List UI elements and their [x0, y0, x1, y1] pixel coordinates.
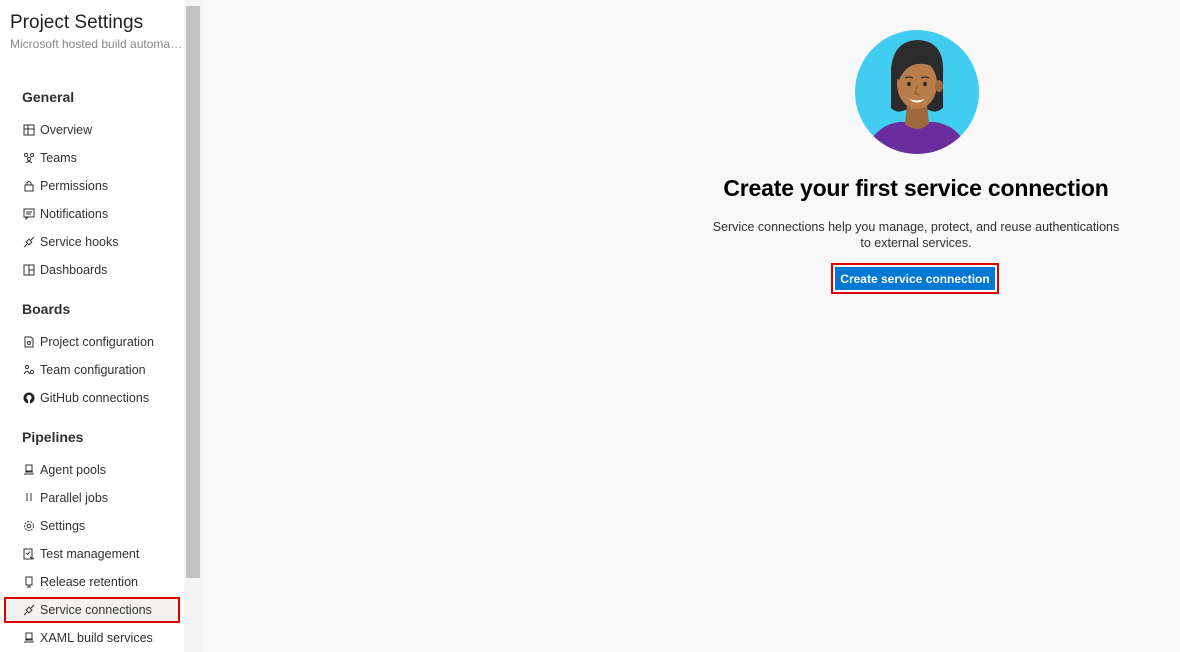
github-icon [22, 391, 36, 405]
section-boards-title: Boards [22, 301, 71, 317]
project-name: Microsoft hosted build automation [10, 37, 184, 51]
sidebar-item-label: GitHub connections [40, 391, 150, 405]
sidebar-item-test-management[interactable]: Test management [4, 541, 180, 567]
sidebar-item-permissions[interactable]: Permissions [4, 173, 180, 199]
section-pipelines-title: Pipelines [22, 429, 84, 445]
sidebar: Project Settings Microsoft hosted build … [0, 0, 202, 652]
lock-icon [22, 179, 36, 193]
sidebar-item-release-retention[interactable]: Release retention [4, 569, 180, 595]
sidebar-item-overview[interactable]: Overview [4, 117, 180, 143]
sidebar-item-label: Release retention [40, 575, 138, 589]
plug-icon [22, 235, 36, 249]
teams-icon [22, 151, 36, 165]
project-settings-title: Project Settings [10, 12, 144, 33]
team-config-icon [22, 363, 36, 377]
section-general-title: General [22, 89, 75, 105]
sidebar-item-label: Notifications [40, 207, 109, 221]
sidebar-item-settings[interactable]: Settings [4, 513, 180, 539]
gear-icon [22, 519, 36, 533]
test-management-icon [22, 547, 36, 561]
sidebar-item-label: Service connections [40, 603, 152, 617]
sidebar-item-github-connections[interactable]: GitHub connections [4, 385, 180, 411]
agent-pools-icon [22, 631, 36, 645]
sidebar-item-label: XAML build services [40, 631, 153, 645]
sidebar-item-label: Service hooks [40, 235, 119, 249]
person-illustration [855, 30, 979, 154]
sidebar-item-notifications[interactable]: Notifications [4, 201, 180, 227]
sidebar-item-label: Permissions [40, 179, 109, 193]
dashboards-icon [22, 263, 36, 277]
create-service-connection-highlight: Create service connection [831, 263, 999, 294]
sidebar-item-xaml-build-services[interactable]: XAML build services [4, 625, 180, 651]
sidebar-item-project-configuration[interactable]: Project configuration [4, 329, 180, 355]
sidebar-scrollbar-thumb[interactable] [186, 6, 200, 578]
sidebar-item-label: Team configuration [40, 363, 146, 377]
sidebar-item-label: Overview [40, 123, 93, 137]
empty-state-description: Service connections help you manage, pro… [712, 220, 1120, 250]
sidebar-item-label: Project configuration [40, 335, 154, 349]
sidebar-item-label: Teams [40, 151, 77, 165]
plug-icon [22, 603, 36, 617]
notifications-icon [22, 207, 36, 221]
sidebar-item-parallel-jobs[interactable]: Parallel jobs [4, 485, 180, 511]
parallel-jobs-icon [22, 491, 36, 505]
sidebar-item-team-configuration[interactable]: Team configuration [4, 357, 180, 383]
sidebar-item-label: Agent pools [40, 463, 107, 477]
sidebar-item-teams[interactable]: Teams [4, 145, 180, 171]
sidebar-item-service-hooks[interactable]: Service hooks [4, 229, 180, 255]
phone-icon [22, 575, 36, 589]
sidebar-item-label: Settings [40, 519, 86, 533]
overview-icon [22, 123, 36, 137]
sidebar-item-label: Parallel jobs [40, 491, 109, 505]
sidebar-item-label: Test management [40, 547, 140, 561]
sidebar-item-service-connections[interactable]: Service connections [4, 597, 180, 623]
sidebar-item-agent-pools[interactable]: Agent pools [4, 457, 180, 483]
sidebar-item-label: Dashboards [40, 263, 108, 277]
agent-pools-icon [22, 463, 36, 477]
create-service-connection-button[interactable]: Create service connection [835, 267, 995, 290]
sidebar-item-dashboards[interactable]: Dashboards [4, 257, 180, 283]
project-config-icon [22, 335, 36, 349]
empty-state-title: Create your first service connection [723, 175, 1109, 201]
